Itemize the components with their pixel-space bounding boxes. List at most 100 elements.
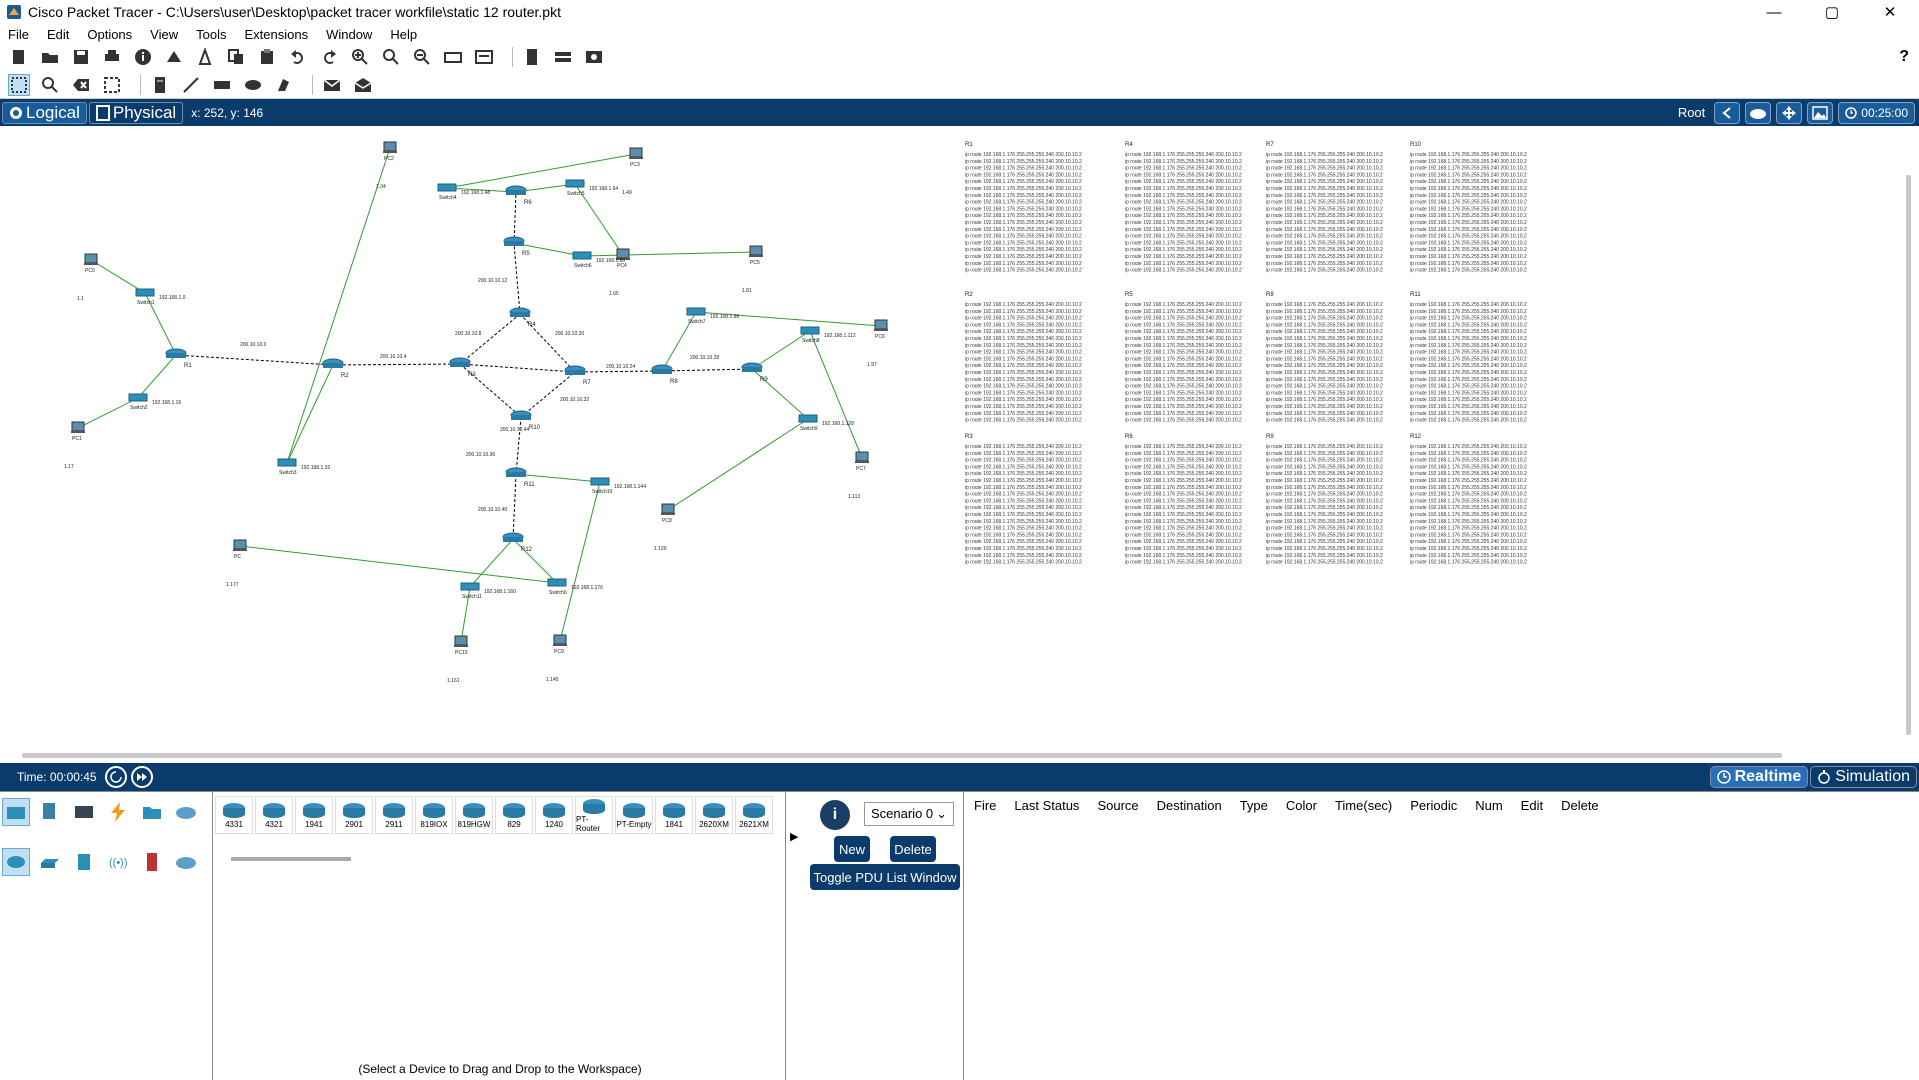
ethernet-link[interactable]: [809, 330, 863, 459]
switch-icon[interactable]: [547, 578, 567, 587]
ethernet-link[interactable]: [559, 481, 601, 642]
pc-icon[interactable]: [383, 141, 397, 152]
ethernet-link[interactable]: [469, 538, 514, 588]
tab-simulation[interactable]: Simulation: [1810, 766, 1917, 788]
help-icon[interactable]: ?: [1899, 48, 1909, 66]
inspect-icon[interactable]: [39, 74, 61, 96]
switch-icon[interactable]: [686, 307, 706, 316]
ethernet-link[interactable]: [77, 397, 139, 429]
print-icon[interactable]: [101, 46, 123, 68]
delete-scenario-button[interactable]: Delete: [890, 836, 936, 862]
add-simple-pdu-icon[interactable]: [321, 74, 343, 96]
device-list-scrollbar[interactable]: [231, 857, 351, 861]
add-complex-pdu-icon[interactable]: [352, 74, 374, 96]
draw-rectangle-icon[interactable]: [211, 74, 233, 96]
zoom-in-icon[interactable]: [349, 46, 371, 68]
end-devices-category-icon[interactable]: [36, 798, 64, 826]
device-model-1240[interactable]: 1240: [535, 796, 573, 834]
pc-icon[interactable]: [71, 421, 85, 432]
switch-icon[interactable]: [798, 414, 818, 423]
redo-icon[interactable]: [318, 46, 340, 68]
device-model-pt-empty[interactable]: PT-Empty: [615, 796, 653, 834]
logical-workspace[interactable]: R1 R2 R3 R4 R5 R6 R7 R8 R9 R10 R11 R12 Switch1 Switch…: [0, 126, 1919, 762]
ethernet-link[interactable]: [512, 538, 558, 584]
switch-icon[interactable]: [565, 179, 585, 188]
routers-subcategory-icon[interactable]: [2, 848, 30, 876]
menu-extensions[interactable]: Extensions: [244, 27, 308, 42]
device-model-2621xm[interactable]: 2621XM: [735, 796, 773, 834]
open-folder-icon[interactable]: [39, 46, 61, 68]
device-model-pt-router[interactable]: PT-Router: [575, 796, 613, 834]
undo-icon[interactable]: [287, 46, 309, 68]
ethernet-link[interactable]: [239, 545, 558, 584]
zoom-out-icon[interactable]: [411, 46, 433, 68]
cloud-cluster-button[interactable]: [1745, 101, 1772, 124]
menu-window[interactable]: Window: [326, 27, 372, 42]
device-model-829[interactable]: 829: [495, 796, 533, 834]
wireless-subcategory-icon[interactable]: ((•)): [104, 848, 132, 876]
resize-shape-icon[interactable]: [101, 74, 123, 96]
back-button[interactable]: [1714, 101, 1741, 124]
device-model-2911[interactable]: 2911: [375, 796, 413, 834]
switch-icon[interactable]: [128, 393, 148, 402]
maximize-button[interactable]: ▢: [1803, 0, 1861, 24]
serial-link[interactable]: [332, 363, 461, 366]
device-model-4321[interactable]: 4321: [255, 796, 293, 834]
draw-ellipse-icon[interactable]: [242, 74, 264, 96]
switch-icon[interactable]: [572, 251, 592, 260]
device-model-819hgw[interactable]: 819HGW: [455, 796, 493, 834]
router-body[interactable]: [450, 362, 470, 367]
pc-icon[interactable]: [454, 635, 468, 646]
cluster-icon[interactable]: [552, 46, 574, 68]
pc-icon[interactable]: [874, 319, 888, 330]
ethernet-link[interactable]: [667, 418, 809, 511]
serial-link[interactable]: [512, 473, 517, 540]
pc-icon[interactable]: [661, 503, 675, 514]
pc-icon[interactable]: [84, 253, 98, 264]
security-subcategory-icon[interactable]: [138, 848, 166, 876]
device-model-4331[interactable]: 4331: [215, 796, 253, 834]
components-category-icon[interactable]: [70, 798, 98, 826]
device-model-2901[interactable]: 2901: [335, 796, 373, 834]
serial-link[interactable]: [175, 354, 334, 366]
collapse-arrow-icon[interactable]: ▶: [790, 830, 798, 843]
move-object-button[interactable]: [1776, 101, 1803, 124]
freeform-icon[interactable]: [273, 74, 295, 96]
switch-icon[interactable]: [460, 582, 480, 591]
serial-link[interactable]: [574, 370, 663, 373]
set-background-button[interactable]: [1807, 101, 1834, 124]
router-body[interactable]: [510, 312, 530, 317]
scenario-info-icon[interactable]: i: [820, 800, 850, 830]
zoom-reset-icon[interactable]: [380, 46, 402, 68]
new-scenario-button[interactable]: New: [834, 836, 870, 862]
activity-grader-icon[interactable]: [194, 46, 216, 68]
switch-icon[interactable]: [800, 326, 820, 335]
menu-file[interactable]: File: [8, 27, 29, 42]
horizontal-scrollbar[interactable]: [22, 753, 1782, 758]
copy-icon[interactable]: [225, 46, 247, 68]
pc-icon[interactable]: [749, 245, 763, 256]
serial-link[interactable]: [459, 313, 521, 365]
info-icon[interactable]: [132, 46, 154, 68]
activity-wizard-icon[interactable]: [163, 46, 185, 68]
notes-icon[interactable]: [521, 46, 543, 68]
topology-canvas[interactable]: R1 R2 R3 R4 R5 R6 R7 R8 R9 R10 R11 R12 Switch1 Switch…: [0, 126, 1919, 762]
menu-options[interactable]: Options: [87, 27, 132, 42]
pc-icon[interactable]: [553, 634, 567, 645]
ethernet-link[interactable]: [515, 473, 601, 483]
tab-physical[interactable]: Physical: [88, 101, 184, 124]
network-devices-category-icon[interactable]: [2, 798, 30, 826]
router-body[interactable]: [323, 363, 343, 368]
router-body[interactable]: [503, 537, 523, 542]
device-model-1941[interactable]: 1941: [295, 796, 333, 834]
device-model-1841[interactable]: 1841: [655, 796, 693, 834]
paste-icon[interactable]: [256, 46, 278, 68]
serial-link[interactable]: [513, 191, 517, 244]
tab-logical[interactable]: Logical: [2, 101, 87, 124]
menu-tools[interactable]: Tools: [196, 27, 226, 42]
new-file-icon[interactable]: [8, 46, 30, 68]
pc-icon[interactable]: [616, 248, 630, 259]
close-button[interactable]: ✕: [1861, 0, 1919, 24]
router-body[interactable]: [511, 415, 531, 420]
pc-icon[interactable]: [629, 147, 643, 158]
